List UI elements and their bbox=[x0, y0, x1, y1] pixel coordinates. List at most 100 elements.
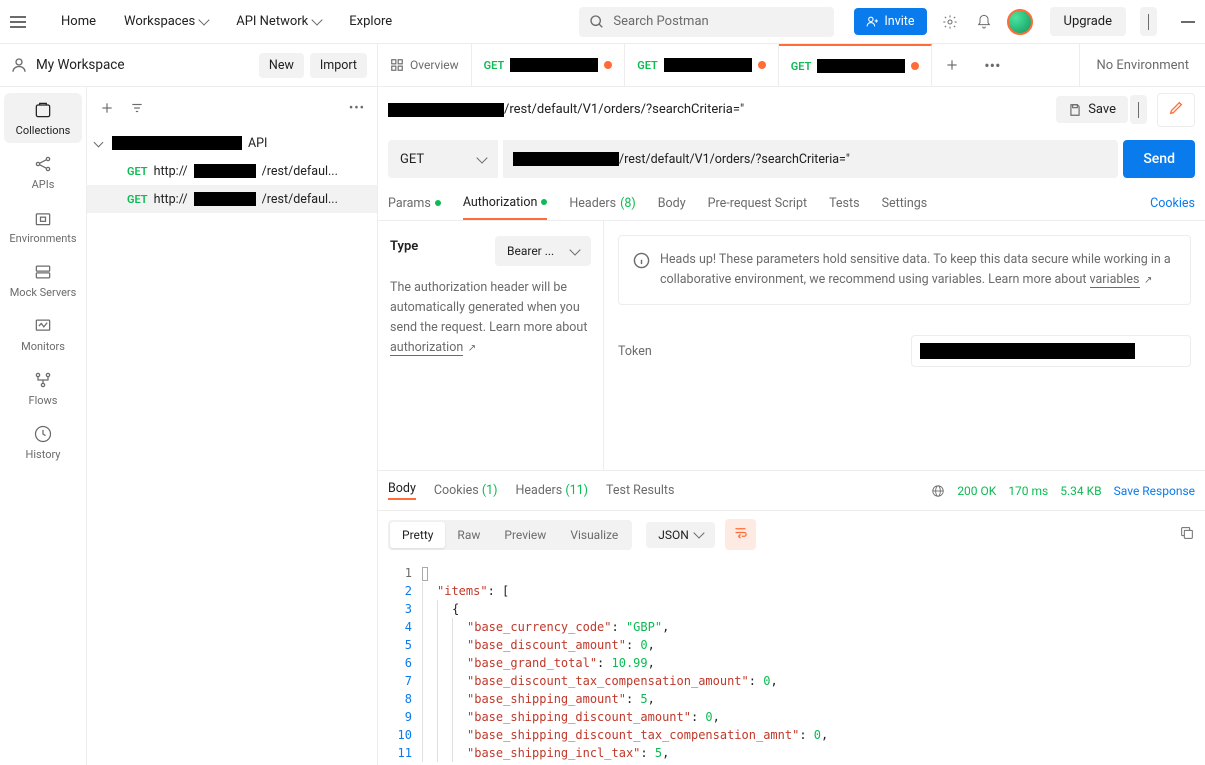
tab-overview[interactable]: Overview bbox=[378, 44, 472, 86]
tree-collection[interactable]: API bbox=[87, 129, 377, 157]
add-collection-button[interactable] bbox=[93, 94, 121, 122]
tab-headers[interactable]: Headers(8) bbox=[569, 186, 635, 220]
auth-type-select[interactable]: Bearer ... bbox=[495, 236, 591, 266]
cookies-link[interactable]: Cookies bbox=[1150, 196, 1195, 211]
invite-label: Invite bbox=[884, 14, 914, 29]
format-select[interactable]: JSON bbox=[646, 522, 715, 548]
sidebar-item-environments[interactable]: Environments bbox=[4, 201, 82, 251]
minimize-icon[interactable] bbox=[1181, 21, 1195, 23]
view-pretty[interactable]: Pretty bbox=[390, 522, 445, 548]
save-button[interactable]: Save bbox=[1056, 96, 1128, 123]
tree-request-1[interactable]: GET http:// /rest/defaul... bbox=[87, 157, 377, 185]
resp-tab-headers[interactable]: Headers (11) bbox=[516, 483, 589, 498]
edit-button[interactable] bbox=[1157, 93, 1195, 127]
status-dot bbox=[435, 200, 441, 206]
nav-explore[interactable]: Explore bbox=[335, 14, 406, 29]
collection-label: API bbox=[248, 136, 267, 151]
view-visualize[interactable]: Visualize bbox=[558, 522, 630, 548]
person-add-icon bbox=[866, 15, 879, 28]
filter-button[interactable] bbox=[123, 94, 151, 122]
url-input[interactable]: /rest/default/V1/orders/?searchCriteria=… bbox=[503, 140, 1118, 178]
sidebar-item-apis[interactable]: APIs bbox=[4, 147, 82, 197]
tab-more[interactable]: ••• bbox=[972, 56, 1012, 75]
line-numbers: 1234567891011 bbox=[378, 558, 420, 765]
variables-link[interactable]: variables bbox=[1090, 272, 1140, 288]
avatar[interactable] bbox=[1007, 9, 1033, 35]
unsaved-dot bbox=[604, 61, 612, 69]
req-suffix: /rest/defaul... bbox=[262, 164, 338, 179]
tab-body[interactable]: Body bbox=[658, 186, 686, 220]
label: Mock Servers bbox=[10, 286, 77, 299]
sidebar-item-history[interactable]: History bbox=[4, 417, 82, 467]
redacted bbox=[920, 343, 1135, 359]
search-input[interactable]: Search Postman bbox=[579, 7, 834, 37]
upgrade-chevron[interactable] bbox=[1140, 7, 1157, 36]
redacted bbox=[388, 103, 504, 117]
view-preview[interactable]: Preview bbox=[492, 522, 558, 548]
notifications-icon[interactable] bbox=[973, 11, 995, 33]
resp-time: 170 ms bbox=[1008, 484, 1048, 498]
environment-select[interactable]: No Environment bbox=[1079, 44, 1205, 86]
new-button[interactable]: New bbox=[259, 53, 304, 78]
send-button[interactable]: Send bbox=[1123, 140, 1195, 178]
box-icon bbox=[33, 208, 53, 228]
import-button[interactable]: Import bbox=[310, 53, 367, 78]
save-icon bbox=[1068, 103, 1082, 117]
breadcrumb: /rest/default/V1/orders/?searchCriteria=… bbox=[504, 102, 744, 117]
tab-params[interactable]: Params bbox=[388, 186, 441, 220]
chevron-down-icon bbox=[569, 244, 580, 255]
copy-icon bbox=[1179, 525, 1195, 541]
upgrade-button[interactable]: Upgrade bbox=[1050, 7, 1126, 36]
share-icon bbox=[33, 154, 53, 174]
workspace-name[interactable]: My Workspace bbox=[36, 57, 253, 73]
save-chevron[interactable] bbox=[1130, 95, 1147, 124]
resp-tab-cookies[interactable]: Cookies (1) bbox=[434, 483, 498, 498]
globe-icon[interactable] bbox=[931, 484, 945, 498]
search-placeholder: Search Postman bbox=[613, 14, 708, 29]
tab-settings[interactable]: Settings bbox=[882, 186, 928, 220]
view-raw[interactable]: Raw bbox=[445, 522, 492, 548]
copy-button[interactable] bbox=[1179, 525, 1195, 545]
resp-tab-body[interactable]: Body bbox=[388, 481, 416, 500]
nav-apinetwork[interactable]: API Network bbox=[222, 14, 335, 29]
req-prefix: http:// bbox=[154, 164, 188, 179]
method-select[interactable]: GET bbox=[388, 140, 498, 178]
format-value: JSON bbox=[658, 528, 689, 542]
tab-overview-label: Overview bbox=[410, 58, 459, 72]
sidebar-item-collections[interactable]: Collections bbox=[4, 93, 82, 143]
more-button[interactable]: ••• bbox=[343, 94, 371, 122]
tab-authorization[interactable]: Authorization bbox=[463, 186, 548, 220]
unsaved-dot bbox=[758, 61, 766, 69]
save-response-link[interactable]: Save Response bbox=[1114, 484, 1195, 498]
activity-icon bbox=[33, 316, 53, 336]
tab-prereq[interactable]: Pre-request Script bbox=[708, 186, 807, 220]
token-input[interactable] bbox=[911, 335, 1191, 367]
method-label: GET bbox=[791, 60, 812, 73]
sidebar-item-mockservers[interactable]: Mock Servers bbox=[4, 255, 82, 305]
menu-icon[interactable] bbox=[10, 11, 32, 33]
wrap-button[interactable] bbox=[725, 519, 756, 550]
tab-tests[interactable]: Tests bbox=[829, 186, 859, 220]
label: Authorization bbox=[463, 195, 538, 210]
nav-home[interactable]: Home bbox=[47, 14, 110, 29]
sidebar-item-flows[interactable]: Flows bbox=[4, 363, 82, 413]
tab-request-1[interactable]: GET bbox=[472, 44, 626, 86]
server-icon bbox=[33, 262, 53, 282]
save-label: Save bbox=[1088, 102, 1116, 117]
clock-icon bbox=[33, 424, 53, 444]
resp-tab-tests[interactable]: Test Results bbox=[606, 483, 674, 498]
label: APIs bbox=[32, 178, 55, 191]
tree-request-2[interactable]: GET http:// /rest/defaul... bbox=[87, 185, 377, 213]
chevron-down-icon bbox=[476, 152, 487, 163]
response-body[interactable]: 1234567891011 "items": [{"base_currency_… bbox=[378, 558, 1205, 765]
tab-add[interactable] bbox=[932, 58, 972, 72]
search-icon bbox=[589, 14, 605, 30]
label: Cookies bbox=[434, 483, 479, 498]
sidebar-item-monitors[interactable]: Monitors bbox=[4, 309, 82, 359]
invite-button[interactable]: Invite bbox=[854, 8, 926, 35]
nav-workspaces[interactable]: Workspaces bbox=[110, 14, 222, 29]
tab-request-2[interactable]: GET bbox=[625, 44, 779, 86]
settings-icon[interactable] bbox=[939, 11, 961, 33]
auth-link[interactable]: authorization bbox=[390, 340, 463, 356]
tab-request-3[interactable]: GET bbox=[779, 44, 933, 86]
